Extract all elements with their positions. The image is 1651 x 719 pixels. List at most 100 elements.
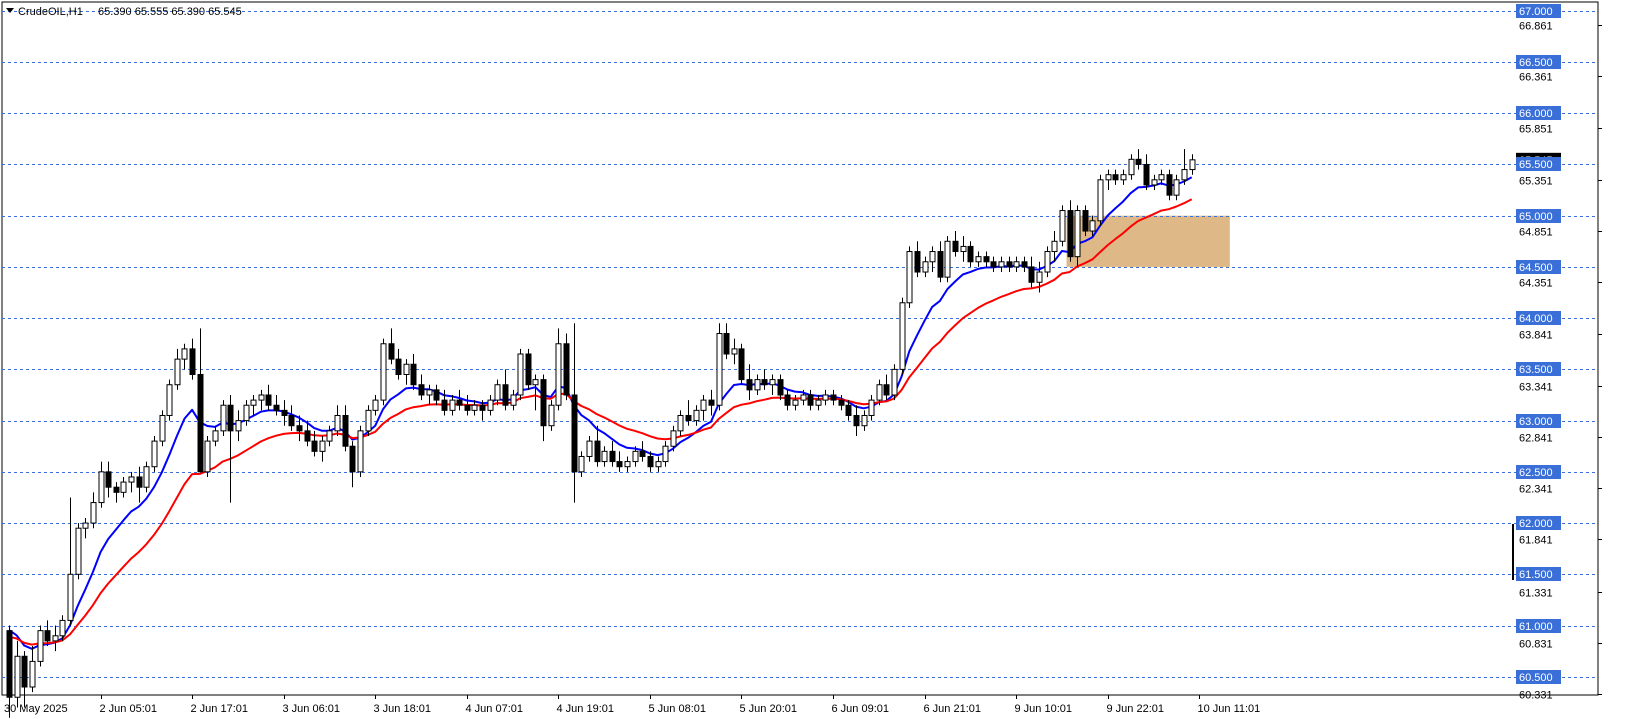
price-level-label-text: 65.500: [1519, 159, 1553, 171]
price-level-label[interactable]: 64.500: [1516, 260, 1561, 274]
candle-body-bull: [204, 440, 211, 473]
candle-body-bear: [845, 404, 852, 416]
candle-body-bear: [1166, 174, 1173, 196]
time-tick-label: 9 Jun 10:01: [1015, 703, 1073, 715]
price-level-label[interactable]: 61.500: [1516, 567, 1561, 581]
candle-body-bear: [616, 461, 623, 468]
candle-body-bull: [59, 619, 66, 637]
candle-body-bull: [922, 261, 929, 273]
candle-body-bull: [998, 261, 1005, 268]
price-level-label[interactable]: 61.000: [1516, 619, 1561, 633]
candle-body-bear: [21, 655, 28, 688]
price-level-label[interactable]: 62.500: [1516, 465, 1561, 479]
chart-header: CrudeOIL,H1 65.390 65.555 65.390 65.545: [6, 6, 242, 18]
candle-body-bull: [250, 399, 257, 406]
price-level-label[interactable]: 66.000: [1516, 106, 1561, 120]
price-level-label[interactable]: 67.000: [1516, 4, 1561, 18]
candle-body-bear: [738, 348, 745, 381]
candle[interactable]: [380, 338, 387, 406]
candle[interactable]: [891, 364, 898, 401]
candle-body-bull: [319, 440, 326, 452]
candle[interactable]: [738, 343, 745, 385]
candle-body-bear: [342, 414, 349, 447]
candle-body-bull: [960, 245, 967, 253]
candle-body-bear: [456, 399, 463, 406]
price-level-label[interactable]: 65.500: [1516, 157, 1561, 171]
price-tick-label: 63.341: [1519, 382, 1553, 394]
candlestick-chart[interactable]: 66.861 66.361 65.851 65.351 64.851 64.351 63.8…: [0, 0, 1651, 719]
price-level-label-text: 61.500: [1519, 569, 1553, 581]
time-tick-label: 10 Jun 11:01: [1198, 703, 1261, 715]
candle-body-bear: [433, 389, 440, 401]
candle[interactable]: [563, 333, 570, 401]
time-axis[interactable]: 30 May 2025 2 Jun 05:01 2 Jun 17:01 3 Jun 0…: [4, 695, 1260, 715]
candle-body-bear: [807, 394, 814, 406]
candle-body-bull: [548, 404, 555, 427]
candle-body-bull: [876, 384, 883, 401]
candle-body-bull: [326, 430, 333, 442]
time-tick-label: 2 Jun 17:01: [191, 703, 249, 715]
candle-body-bull: [151, 440, 158, 468]
candle-body-bull: [899, 302, 906, 370]
candle[interactable]: [906, 246, 913, 308]
candle[interactable]: [517, 348, 524, 401]
candle[interactable]: [1059, 205, 1066, 247]
price-level-label[interactable]: 62.000: [1516, 516, 1561, 530]
price-level-label[interactable]: 64.000: [1516, 311, 1561, 325]
candle-body-bull: [944, 240, 951, 278]
candle[interactable]: [220, 400, 227, 436]
candle-body-bear: [410, 363, 417, 386]
time-tick-label: 2 Jun 05:01: [100, 703, 158, 715]
candle[interactable]: [944, 236, 951, 283]
candle-body-bear: [647, 455, 654, 468]
candle-body-bull: [98, 471, 105, 504]
symbol-label[interactable]: CrudeOIL,H1: [18, 6, 83, 18]
candle[interactable]: [525, 348, 532, 390]
candle-body-bull: [181, 348, 188, 360]
candle-body-bull: [143, 466, 150, 488]
candle[interactable]: [151, 435, 158, 472]
candle-body-bull: [1097, 179, 1104, 222]
time-tick-label: 30 May 2025: [4, 703, 68, 715]
candle-body-bear: [1028, 266, 1035, 283]
candle[interactable]: [1097, 174, 1104, 226]
candle-body-bear: [1143, 163, 1150, 186]
candle-body-bull: [159, 414, 166, 442]
candle-body-bear: [44, 630, 51, 642]
candle[interactable]: [204, 435, 211, 477]
candle[interactable]: [75, 523, 82, 580]
candle-body-bull: [891, 368, 898, 396]
candle-body-bull: [67, 573, 74, 621]
candle[interactable]: [159, 410, 166, 447]
candle[interactable]: [21, 651, 28, 708]
candle-body-bull: [357, 430, 364, 473]
candle[interactable]: [37, 625, 44, 667]
candle-body-bear: [1112, 174, 1119, 181]
candle-body-bull: [693, 409, 700, 422]
price-level-label[interactable]: 63.500: [1516, 362, 1561, 376]
candle-body-bull: [471, 404, 478, 411]
candle-body-bear: [853, 414, 860, 427]
price-tick-label: 61.841: [1519, 535, 1553, 547]
candle-body-bear: [1006, 261, 1013, 268]
plot-area[interactable]: [1, 1, 1599, 696]
time-tick-label: 4 Jun 19:01: [557, 703, 615, 715]
price-level-label[interactable]: 65.000: [1516, 209, 1561, 223]
price-level-label[interactable]: 60.500: [1516, 670, 1561, 684]
price-level-label[interactable]: 66.500: [1516, 55, 1561, 69]
candle-body-bear: [685, 414, 692, 422]
price-level-label[interactable]: 63.000: [1516, 414, 1561, 428]
candle-body-bear: [563, 343, 570, 396]
candle-body-bull: [403, 363, 410, 375]
candle[interactable]: [166, 379, 173, 421]
candle[interactable]: [899, 297, 906, 375]
candle-body-bull: [220, 404, 227, 432]
candle-body-bear: [349, 445, 356, 473]
candle[interactable]: [357, 425, 364, 477]
candle-body-bull: [334, 414, 341, 432]
candle-body-bull: [1158, 174, 1165, 181]
price-level-label-text: 61.000: [1519, 621, 1553, 633]
price-tick-label: 66.861: [1519, 21, 1553, 33]
price-level-label-text: 63.500: [1519, 364, 1553, 376]
candle[interactable]: [716, 323, 723, 411]
